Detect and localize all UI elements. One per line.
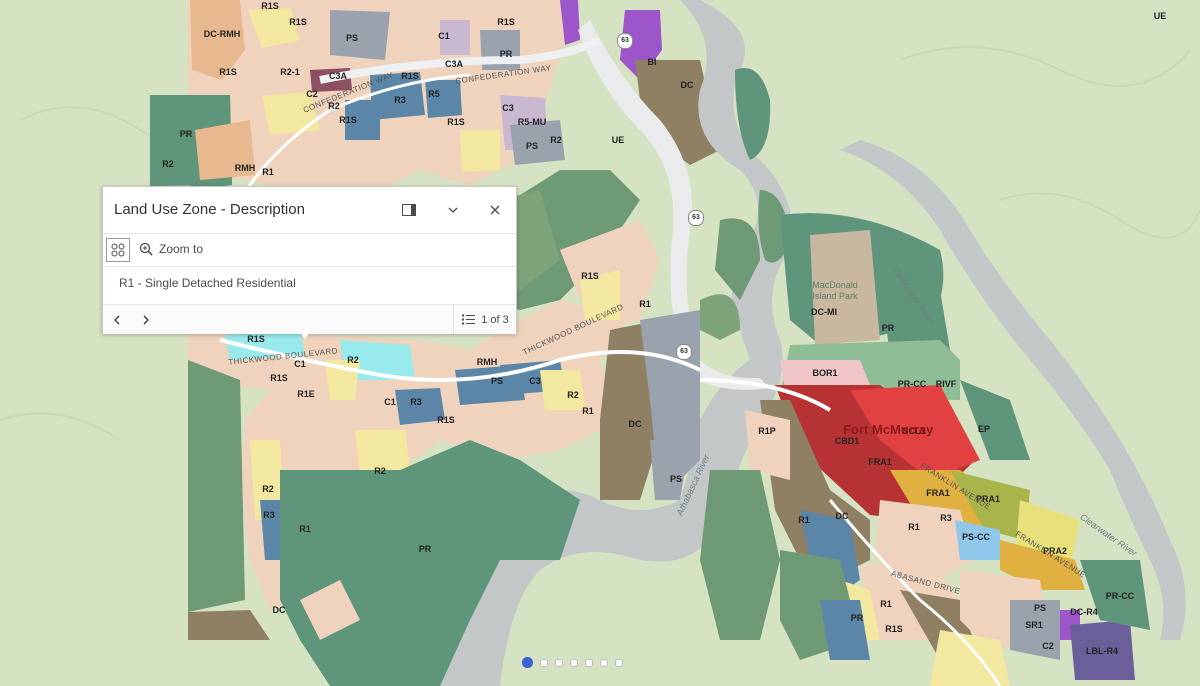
slide-dot[interactable] xyxy=(585,658,593,667)
slide-dot[interactable] xyxy=(615,658,623,667)
pager-label: 1 of 3 xyxy=(481,313,509,326)
slide-indicator xyxy=(522,657,623,668)
grid-icon xyxy=(111,243,125,257)
highway-shield: 63 xyxy=(688,210,704,226)
slide-dot[interactable] xyxy=(555,658,563,667)
zoom-in-icon xyxy=(139,242,153,256)
feature-pager[interactable]: 1 of 3 xyxy=(453,305,517,334)
zoom-to-button[interactable]: Zoom to xyxy=(139,242,203,256)
dock-icon xyxy=(402,204,416,216)
map-canvas[interactable] xyxy=(0,0,1200,686)
chevron-down-icon xyxy=(448,207,458,213)
collapse-button[interactable] xyxy=(441,199,465,221)
list-icon xyxy=(462,314,476,325)
highway-shield: 63 xyxy=(617,33,633,49)
chevron-right-icon xyxy=(143,315,149,325)
popup-actions: Zoom to xyxy=(103,233,516,267)
highway-shield: 63 xyxy=(676,344,692,360)
feature-menu-button[interactable] xyxy=(106,238,130,262)
zoom-to-label: Zoom to xyxy=(159,242,204,256)
slide-dot[interactable] xyxy=(570,658,578,667)
chevron-left-icon xyxy=(114,315,120,325)
slide-dot[interactable] xyxy=(540,658,548,667)
previous-feature-button[interactable] xyxy=(106,309,128,331)
popup-title: Land Use Zone - Description xyxy=(114,201,305,218)
close-icon xyxy=(490,205,500,215)
slide-dot[interactable] xyxy=(522,657,533,668)
next-feature-button[interactable] xyxy=(135,309,157,331)
popup-content: R1 - Single Detached Residential xyxy=(119,276,296,290)
dock-button[interactable] xyxy=(397,199,421,221)
slide-dot[interactable] xyxy=(600,658,608,667)
feature-popup: Land Use Zone - Description Zoom to R1 -… xyxy=(102,186,517,334)
close-button[interactable] xyxy=(483,199,507,221)
popup-pointer xyxy=(298,329,312,339)
popup-header: Land Use Zone - Description xyxy=(103,187,516,233)
